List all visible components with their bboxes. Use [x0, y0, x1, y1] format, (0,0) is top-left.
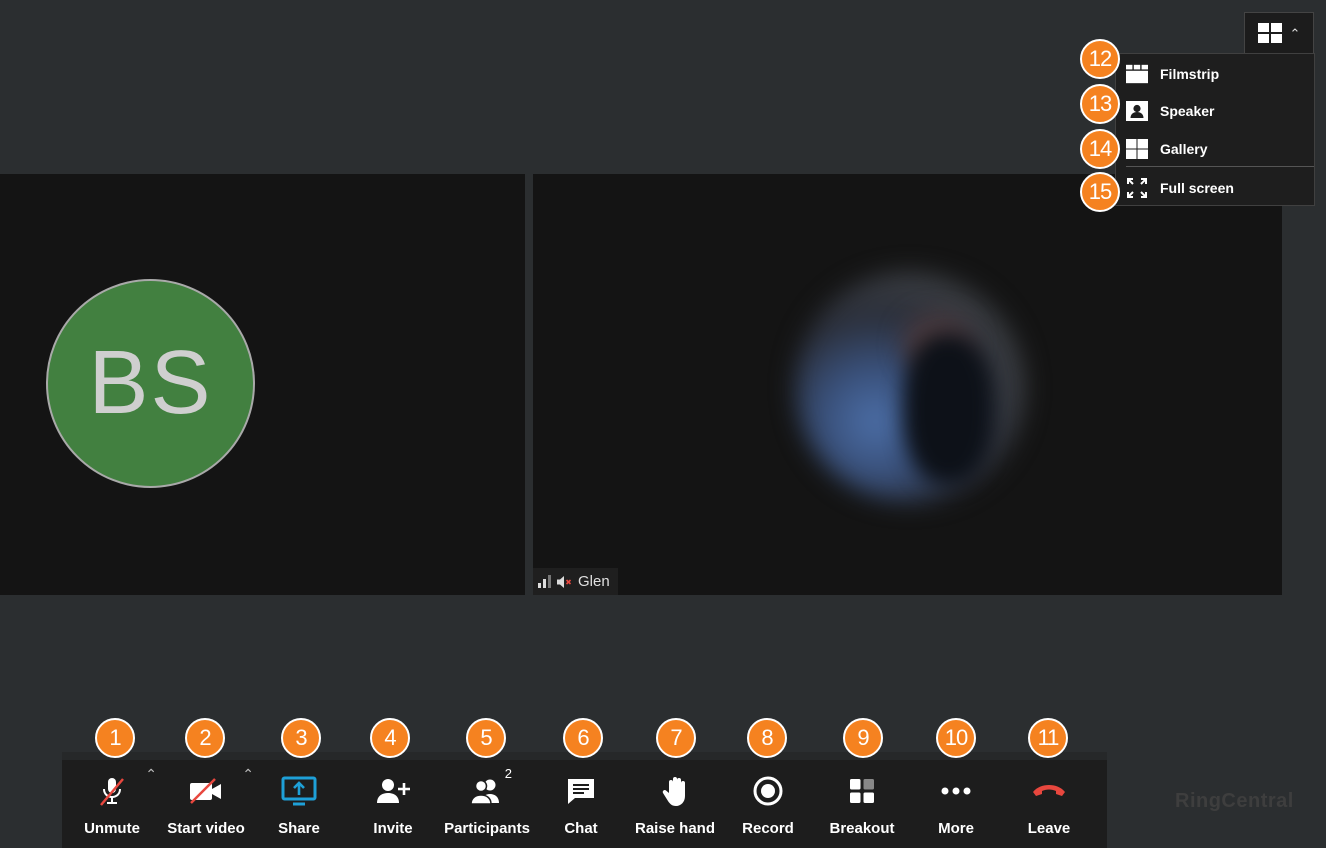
raise-hand-button[interactable]: Raise hand	[625, 772, 725, 842]
callout-badge: 3	[281, 718, 321, 758]
record-icon	[753, 776, 783, 806]
camera-off-icon	[190, 778, 221, 804]
menu-item-speaker[interactable]: Speaker	[1126, 96, 1214, 126]
filmstrip-icon	[1126, 64, 1148, 84]
record-button[interactable]: Record	[718, 772, 818, 842]
chevron-up-icon: ⌃	[1289, 25, 1301, 41]
brand-logo: RingCentral	[1175, 790, 1294, 812]
avatar-bs: BS	[46, 279, 255, 488]
callout-badge: 2	[185, 718, 225, 758]
more-button[interactable]: More	[906, 772, 1006, 842]
breakout-button[interactable]: Breakout	[812, 772, 912, 842]
callout-badge: 15	[1080, 172, 1120, 212]
callout-badge: 9	[843, 718, 883, 758]
toolbar-label: Unmute	[84, 820, 140, 837]
gallery-grid-icon	[1257, 23, 1282, 43]
toolbar-label: Record	[742, 820, 794, 837]
menu-item-gallery[interactable]: Gallery	[1126, 134, 1207, 164]
hang-up-icon	[1033, 785, 1065, 796]
toolbar-label: Participants	[444, 820, 530, 837]
callout-badge: 8	[747, 718, 787, 758]
name-tag-glen: Glen	[533, 568, 618, 595]
layout-button[interactable]: ⌃	[1244, 12, 1314, 54]
breakout-rooms-icon	[850, 779, 874, 803]
chat-button[interactable]: Chat	[531, 772, 631, 842]
menu-item-label: Speaker	[1160, 103, 1215, 119]
more-dots-icon	[941, 787, 971, 795]
gallery-icon	[1126, 139, 1148, 159]
menu-item-label: Filmstrip	[1160, 66, 1220, 82]
participants-button[interactable]: 2 Participants	[437, 766, 537, 842]
full-screen-icon	[1126, 178, 1148, 198]
menu-item-filmstrip[interactable]: Filmstrip	[1126, 59, 1219, 89]
callout-badge: 7	[656, 718, 696, 758]
callout-badge: 10	[936, 718, 976, 758]
callout-badge: 5	[466, 718, 506, 758]
toolbar-label: Start video	[167, 820, 245, 837]
callout-badge: 11	[1028, 718, 1068, 758]
participant-count: 2	[504, 766, 512, 781]
add-person-icon	[377, 779, 410, 803]
hand-icon	[662, 777, 685, 806]
layout-menu: Filmstrip Speaker Gallery Full screen	[1115, 53, 1315, 206]
participant-name: Glen	[578, 573, 610, 590]
callout-badge: 6	[563, 718, 603, 758]
toolbar-label: Leave	[1027, 820, 1071, 837]
chat-icon	[568, 779, 594, 804]
menu-item-label: Full screen	[1160, 180, 1234, 196]
speaker-view-icon	[1126, 101, 1148, 121]
blurred-video-detail	[903, 334, 993, 484]
toolbar-label: Breakout	[829, 820, 895, 837]
start-video-button[interactable]: ⌃ Start video	[156, 766, 256, 842]
callout-badge: 12	[1080, 39, 1120, 79]
toolbar-label: Chat	[564, 820, 598, 837]
menu-item-label: Gallery	[1160, 141, 1208, 157]
participants-icon	[470, 779, 499, 805]
share-screen-icon	[281, 776, 317, 806]
toolbar-label: Share	[278, 820, 320, 837]
menu-item-full-screen[interactable]: Full screen	[1126, 173, 1234, 203]
callout-badge: 14	[1080, 129, 1120, 169]
unmute-button[interactable]: ⌃ Unmute	[62, 766, 162, 842]
toolbar-label: Raise hand	[634, 820, 716, 837]
callout-badge: 4	[370, 718, 410, 758]
share-button[interactable]: Share	[249, 772, 349, 842]
callout-badge: 1	[95, 718, 135, 758]
toolbar-label: More	[938, 820, 974, 837]
signal-strength-icon	[538, 575, 551, 588]
callout-badge: 13	[1080, 84, 1120, 124]
menu-divider	[1126, 166, 1314, 167]
video-tile-glen: Glen	[533, 174, 1282, 595]
toolbar-label: Invite	[373, 820, 413, 837]
microphone-muted-icon	[100, 778, 124, 806]
leave-button[interactable]: Leave	[999, 772, 1099, 842]
invite-button[interactable]: Invite	[343, 772, 443, 842]
speaker-muted-icon	[557, 575, 572, 588]
